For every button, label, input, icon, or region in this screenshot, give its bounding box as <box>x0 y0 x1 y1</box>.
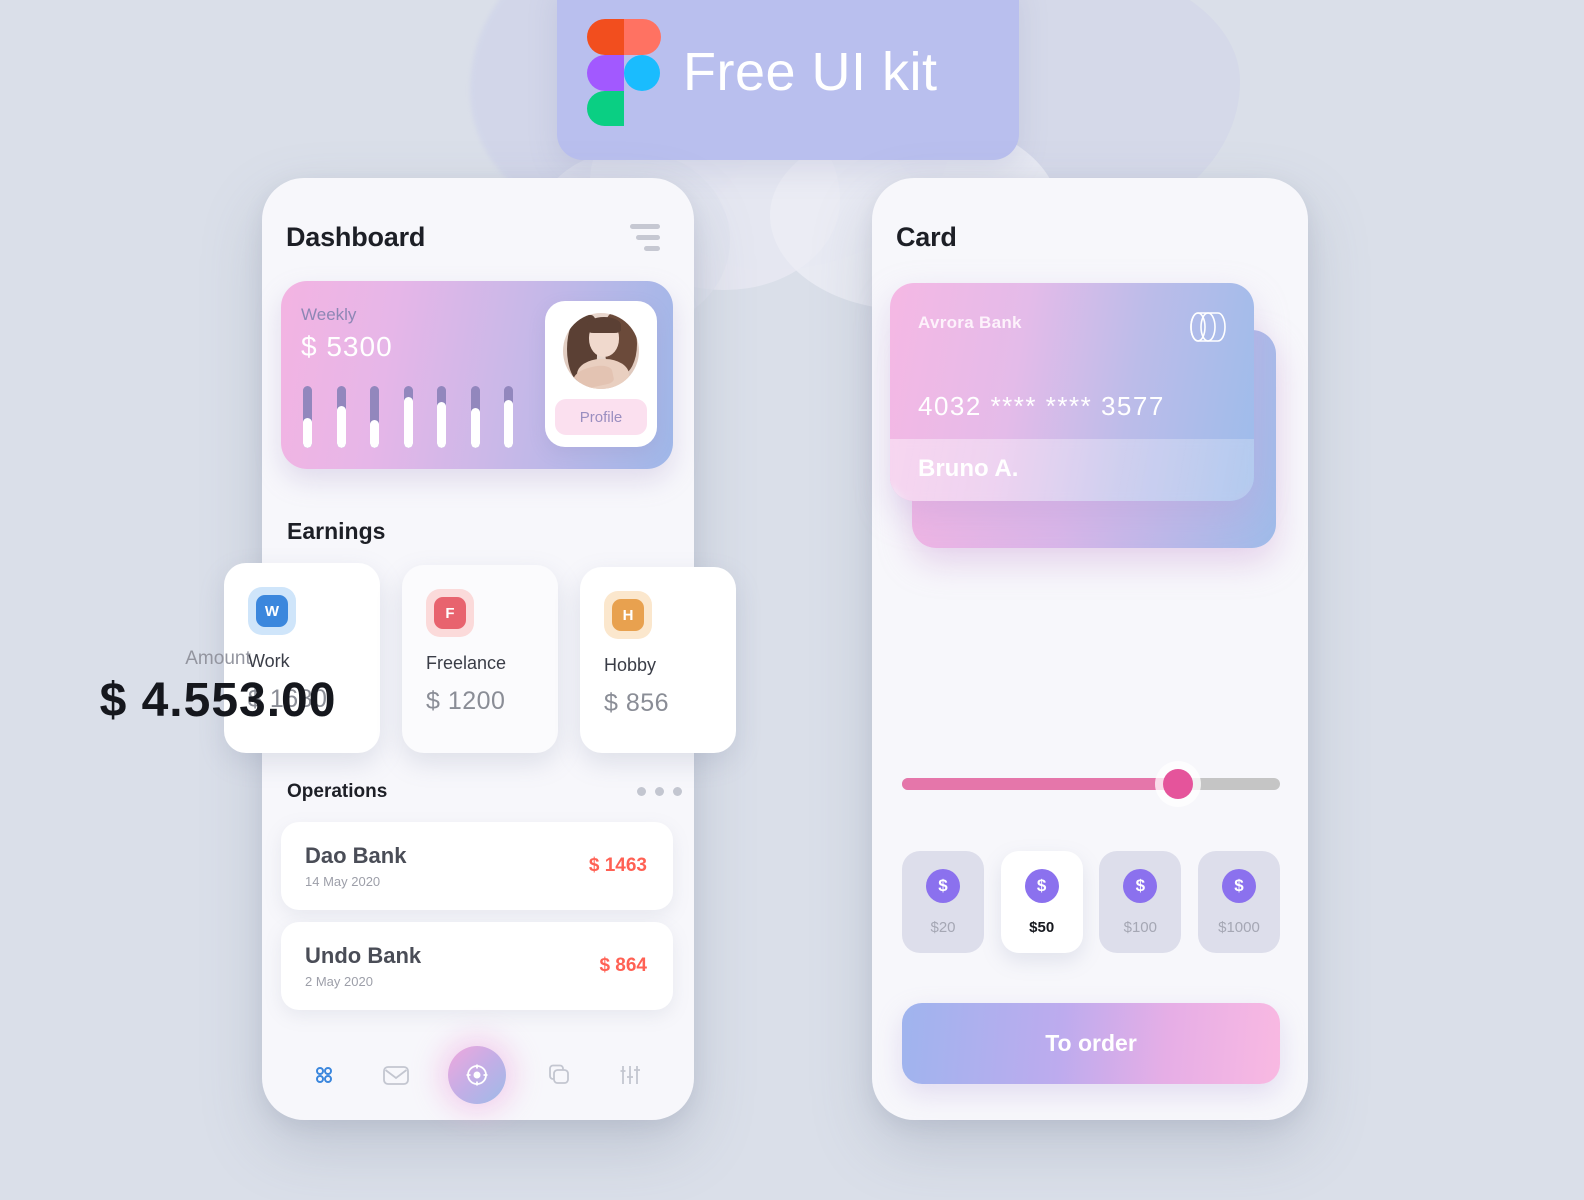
nav-mail-icon[interactable] <box>377 1056 415 1094</box>
slider-fill <box>902 778 1178 790</box>
operation-date: 2 May 2020 <box>305 974 373 989</box>
amount-slider[interactable] <box>902 769 1280 799</box>
earnings-name: Freelance <box>426 653 507 673</box>
weekly-bar <box>303 386 312 448</box>
dollar-icon: $ <box>1123 868 1158 903</box>
operation-amount: $ 864 <box>599 955 647 976</box>
card-holder-name: Bruno A. <box>918 455 1019 482</box>
denomination-label: $1000 <box>1218 918 1260 936</box>
bottom-navigation <box>281 1044 673 1106</box>
dollar-icon: $ <box>1024 868 1059 903</box>
card-header: Card <box>872 178 1308 253</box>
nav-copy-icon[interactable] <box>540 1056 578 1094</box>
weekly-bar <box>504 386 513 448</box>
profile-card: Profile <box>545 301 657 447</box>
figma-logo-icon <box>587 19 661 126</box>
operation-bank: Dao Bank <box>305 843 407 868</box>
earnings-amount: $ 1200 <box>426 687 506 715</box>
earnings-badge-wrap: H <box>604 591 652 639</box>
amount-value: $ 4.553.00 <box>99 674 337 727</box>
denomination-option[interactable]: $ $1000 <box>1197 851 1280 953</box>
avatar <box>563 313 639 389</box>
dollar-icon: $ <box>926 868 960 903</box>
denomination-option[interactable]: $ $50 <box>1000 851 1083 953</box>
card-number: 4032 **** **** 3577 <box>918 391 1165 421</box>
earnings-badge-icon: W <box>256 595 288 627</box>
weekly-bar <box>470 386 480 448</box>
denomination-label: $50 <box>1029 918 1055 936</box>
earnings-badge-wrap: W <box>248 587 296 635</box>
operation-amount: $ 1463 <box>588 855 647 876</box>
card-bank-name: Avrora Bank <box>918 313 1022 332</box>
operation-info: Dao Bank 14 May 2020 <box>305 843 406 889</box>
earnings-heading: Earnings <box>287 518 386 544</box>
hamburger-menu-icon[interactable] <box>630 224 660 251</box>
banner-title: Free UI kit <box>683 42 938 102</box>
page-title: Card <box>896 222 957 252</box>
earnings-badge-icon: H <box>612 599 644 631</box>
earnings-badge-wrap: F <box>426 589 474 637</box>
free-ui-kit-banner: Free UI kit <box>557 0 1019 160</box>
nav-sliders-icon[interactable] <box>611 1056 649 1094</box>
operation-date: 14 May 2020 <box>305 874 381 889</box>
operation-row[interactable]: Undo Bank 2 May 2020 $ 864 <box>281 922 673 1010</box>
denomination-label: $20 <box>930 918 956 936</box>
page-title: Dashboard <box>286 222 426 252</box>
weekly-bar-chart <box>303 386 513 448</box>
denomination-label: $100 <box>1123 918 1157 936</box>
earnings-card[interactable]: H Hobby $ 856 <box>580 567 736 753</box>
weekly-amount: $ 5300 <box>301 331 393 362</box>
weekly-bar <box>403 386 413 448</box>
earnings-badge-icon: F <box>434 597 466 629</box>
weekly-bar <box>370 386 379 448</box>
weekly-label: Weekly <box>301 305 357 324</box>
nav-grid-icon[interactable] <box>305 1056 343 1094</box>
slider-knob[interactable] <box>1162 769 1193 799</box>
more-dots-icon[interactable] <box>637 787 682 796</box>
weekly-bar <box>336 386 346 448</box>
earnings-name: Hobby <box>604 655 657 675</box>
operation-row[interactable]: Dao Bank 14 May 2020 $ 1463 <box>281 822 673 910</box>
operations-heading: Operations <box>287 781 388 802</box>
dashboard-header: Dashboard <box>262 178 694 253</box>
weekly-bar <box>437 386 446 448</box>
nav-target-icon[interactable] <box>448 1046 506 1104</box>
earnings-amount: $ 856 <box>604 689 670 717</box>
profile-button[interactable]: Profile <box>555 399 647 435</box>
operation-info: Undo Bank 2 May 2020 <box>305 943 421 989</box>
dollar-icon: $ <box>1221 868 1256 903</box>
denomination-option[interactable]: $ $100 <box>1099 851 1182 953</box>
amount-label: Amount <box>185 648 251 669</box>
denomination-option[interactable]: $ $20 <box>902 851 984 953</box>
credit-card-front[interactable]: Avrora Bank 4032 **** **** 3577 Bruno A. <box>890 283 1254 501</box>
weekly-summary-card: Weekly $ 5300 Profile <box>281 281 673 469</box>
card-cylinder-icon <box>1188 309 1228 345</box>
denomination-options: $ $20 $ $50 $ $100 $ $1000 <box>902 851 1280 953</box>
to-order-button[interactable]: To order <box>902 1003 1280 1084</box>
operation-bank: Undo Bank <box>305 943 422 968</box>
